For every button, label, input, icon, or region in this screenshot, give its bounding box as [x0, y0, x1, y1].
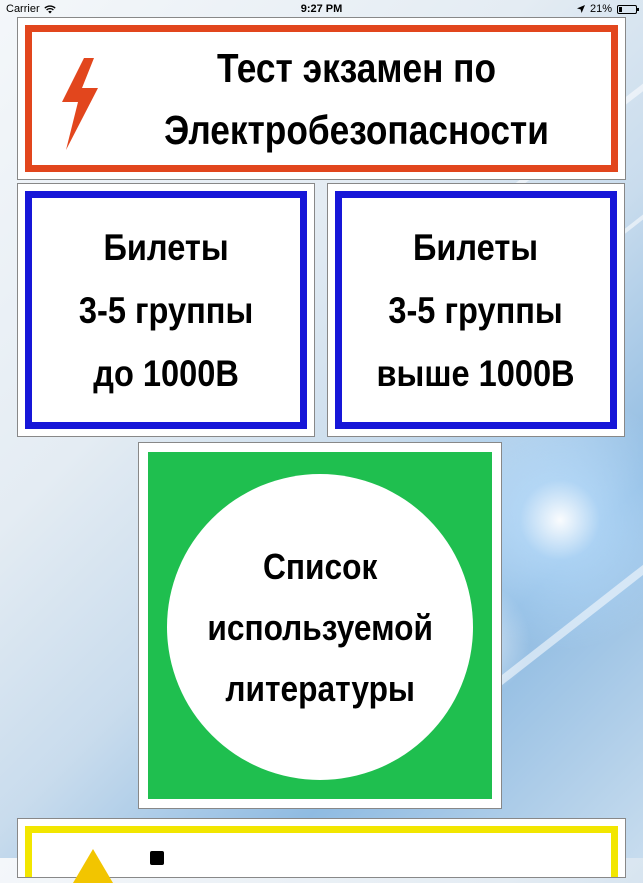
- battery-percent: 21%: [589, 3, 612, 15]
- location-arrow-icon: [576, 5, 585, 13]
- literature-line-3: литературы: [225, 667, 415, 709]
- warning-card-partial[interactable]: [17, 818, 626, 883]
- lightning-bolt-icon: [62, 58, 98, 150]
- tickets-above-1000v-button[interactable]: Билеты 3-5 группы выше 1000В: [327, 183, 625, 437]
- tickets-up-to-1000v-line-2: 3-5 группы: [78, 289, 254, 331]
- literature-label: Список используемой литературы: [207, 536, 433, 719]
- status-bar-right: 21%: [576, 3, 639, 15]
- tickets-above-1000v-label: Билеты 3-5 группы выше 1000В: [377, 216, 575, 405]
- status-time: 9:27 PM: [300, 3, 343, 15]
- warning-icon: [73, 849, 113, 883]
- tickets-above-1000v-line-3: выше 1000В: [376, 352, 576, 394]
- literature-line-2: используемой: [207, 606, 433, 648]
- title-text: Тест экзамен по Электробезопасности: [146, 32, 567, 165]
- battery-level: [619, 6, 622, 12]
- tickets-up-to-1000v-button[interactable]: Билеты 3-5 группы до 1000В: [17, 183, 315, 437]
- tickets-above-1000v-line-1: Билеты: [413, 226, 539, 268]
- title-line-2: Электробезопасности: [164, 106, 549, 153]
- tickets-up-to-1000v-line-3: до 1000В: [93, 352, 239, 394]
- battery-icon: [617, 4, 639, 14]
- tickets-up-to-1000v-label: Билеты 3-5 группы до 1000В: [79, 216, 253, 405]
- tickets-up-to-1000v-frame: Билеты 3-5 группы до 1000В: [25, 191, 307, 429]
- tickets-up-to-1000v-line-1: Билеты: [103, 226, 229, 268]
- title-line-1: Тест экзамен по: [216, 44, 497, 91]
- title-banner-frame: Тест экзамен по Электробезопасности: [25, 25, 618, 172]
- literature-line-1: Список: [262, 545, 378, 587]
- literature-list-button[interactable]: Список используемой литературы: [138, 442, 502, 809]
- tickets-above-1000v-frame: Билеты 3-5 группы выше 1000В: [335, 191, 617, 429]
- warning-text-fragment: [150, 851, 164, 865]
- title-banner: Тест экзамен по Электробезопасности: [17, 17, 626, 180]
- warning-card-frame: [25, 826, 618, 877]
- tickets-above-1000v-line-2: 3-5 группы: [388, 289, 564, 331]
- literature-circle: Список используемой литературы: [167, 474, 473, 780]
